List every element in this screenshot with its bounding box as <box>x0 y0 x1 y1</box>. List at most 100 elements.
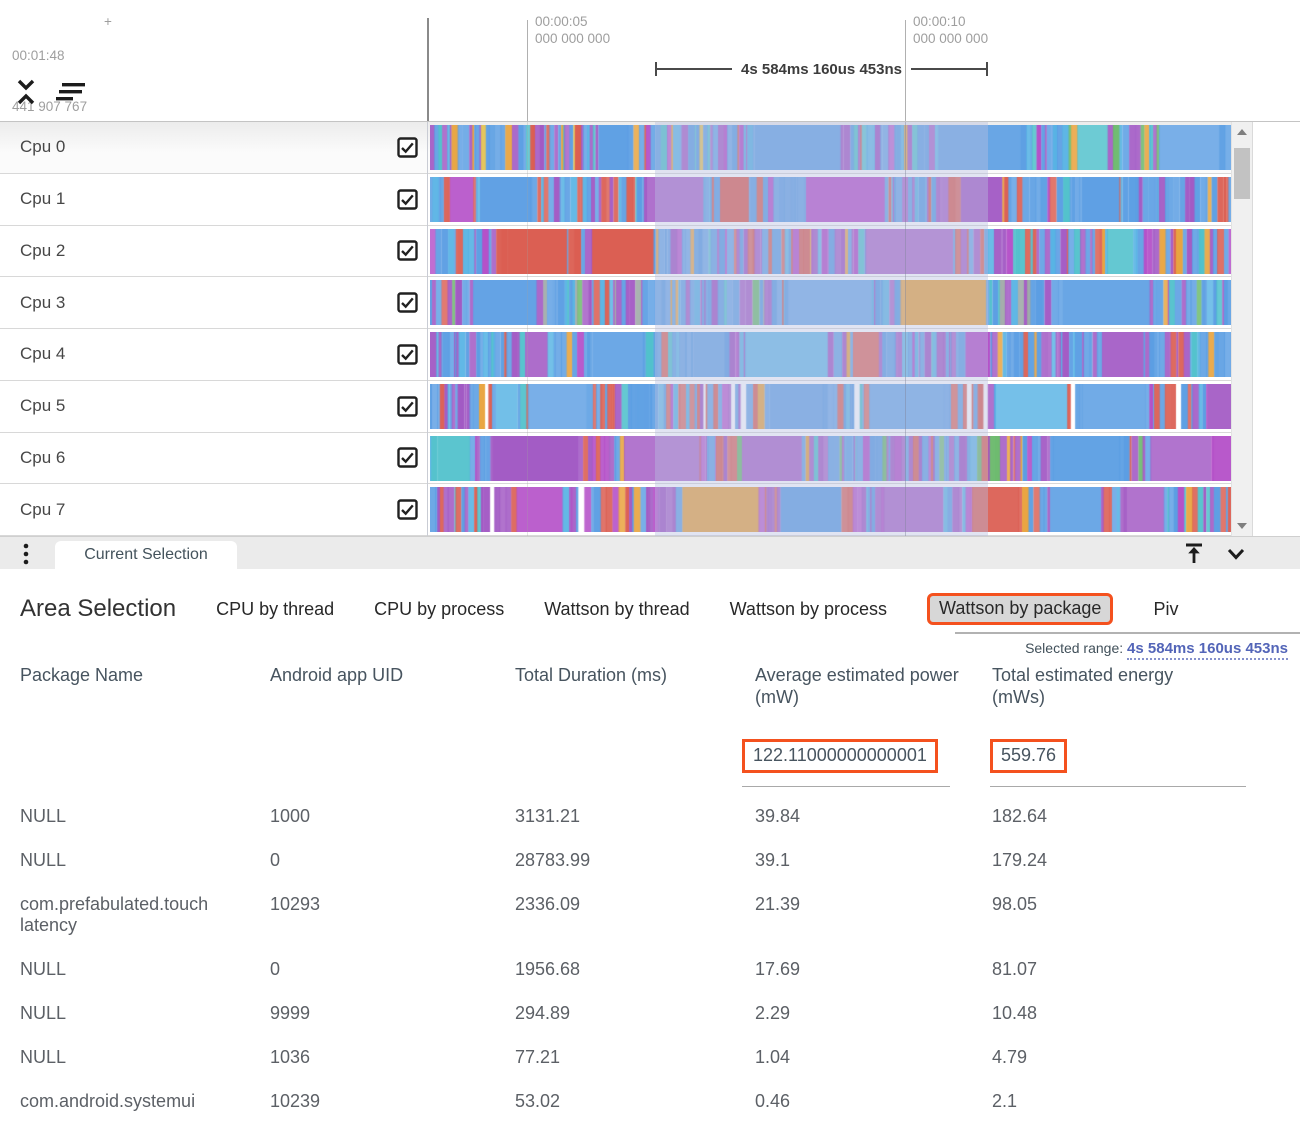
table-cell: 1036 <box>270 1042 515 1086</box>
track-label: Cpu 4 <box>20 344 65 364</box>
details-tab-cpu-by-thread[interactable]: CPU by thread <box>216 599 334 620</box>
track-label-cell: Cpu 1 <box>0 174 427 225</box>
table-cell: 2.29 <box>755 998 992 1042</box>
track-row[interactable]: Cpu 7 <box>0 484 1232 536</box>
track-label: Cpu 5 <box>20 396 65 416</box>
table-cell: 39.84 <box>755 801 992 845</box>
gridline-5s <box>527 122 528 536</box>
column-header[interactable]: Total estimated energy (mWs) <box>992 664 1202 708</box>
scroll-down-icon[interactable] <box>1237 523 1247 529</box>
table-cell: 10293 <box>270 889 515 954</box>
table-cell: 2336.09 <box>515 889 755 954</box>
track-checkbox[interactable] <box>397 240 418 261</box>
track-label-cell: Cpu 7 <box>0 484 427 535</box>
track-label: Cpu 7 <box>20 500 65 520</box>
track-label: Cpu 0 <box>20 137 65 157</box>
table-cell: 179.24 <box>992 845 1202 889</box>
table-header-row: Package Name Android app UID Total Durat… <box>20 664 1300 708</box>
column-header[interactable]: Total Duration (ms) <box>515 664 755 708</box>
selection-duration-bracket: 4s 584ms 160us 453ns <box>655 61 988 77</box>
table-cell: 1.04 <box>755 1042 992 1086</box>
track-panel-border <box>427 122 428 536</box>
details-tabs: CPU by thread CPU by process Wattson by th… <box>216 593 1178 625</box>
track-checkbox[interactable] <box>397 137 418 158</box>
track-rows: Cpu 0 Cpu 1 Cpu 2Cpu 3 Cpu 4 Cpu 5 Cpu 6 Cpu 7 <box>0 122 1300 536</box>
scrollbar-thumb[interactable] <box>1234 148 1250 199</box>
table-cell: 0 <box>270 845 515 889</box>
table-cell: 28783.99 <box>515 845 755 889</box>
table-cell: 77.21 <box>515 1042 755 1086</box>
track-row[interactable]: Cpu 2 <box>0 226 1232 278</box>
sort-tracks-icon[interactable] <box>54 80 86 104</box>
track-checkbox[interactable] <box>397 189 418 210</box>
summary-underline <box>990 786 1246 787</box>
details-tab-cpu-by-process[interactable]: CPU by process <box>374 599 504 620</box>
table-cell: 81.07 <box>992 954 1202 998</box>
package-name-cell: NULL <box>20 954 270 998</box>
tab-current-selection[interactable]: Current Selection <box>55 541 237 569</box>
summary-total-energy: 559.76 <box>990 739 1067 773</box>
table-cell: 1956.68 <box>515 954 755 998</box>
table-body: NULL10003131.2139.84182.64NULL028783.993… <box>20 801 1300 1130</box>
track-label: Cpu 6 <box>20 448 65 468</box>
track-label-cell: Cpu 5 <box>0 381 427 432</box>
table-cell: 0.46 <box>755 1086 992 1130</box>
tab-strip-scrollbar[interactable] <box>955 632 1300 634</box>
track-row[interactable]: Cpu 5 <box>0 381 1232 433</box>
package-name-cell: NULL <box>20 1042 270 1086</box>
scroll-up-icon[interactable] <box>1237 129 1247 135</box>
selected-range: Selected range: 4s 584ms 160us 453ns <box>1025 640 1288 657</box>
details-tab-piv[interactable]: Piv <box>1153 599 1178 620</box>
track-checkbox[interactable] <box>397 344 418 365</box>
area-selection-overlay[interactable] <box>655 122 988 536</box>
details-tab-wattson-by-process[interactable]: Wattson by process <box>730 599 887 620</box>
track-checkbox[interactable] <box>397 447 418 468</box>
table-cell: 53.02 <box>515 1086 755 1130</box>
expand-panel-top-icon[interactable] <box>1182 541 1206 565</box>
table-cell: 182.64 <box>992 801 1202 845</box>
package-name-cell: NULL <box>20 845 270 889</box>
track-checkbox[interactable] <box>397 292 418 313</box>
collapse-panel-icon[interactable] <box>1224 541 1248 565</box>
summary-underline <box>742 786 950 787</box>
timeline-ruler: 00:01:48+ 441 907 767 00:00:05000 000 00… <box>0 0 1300 121</box>
table-cell: 39.1 <box>755 845 992 889</box>
table-cell: 10239 <box>270 1086 515 1130</box>
collapse-all-tracks-icon[interactable] <box>14 78 38 106</box>
table-cell: 1000 <box>270 801 515 845</box>
track-checkbox[interactable] <box>397 396 418 417</box>
track-row[interactable]: Cpu 0 <box>0 122 1232 174</box>
track-label-cell: Cpu 3 <box>0 277 427 328</box>
column-header[interactable]: Average estimated power (mW) <box>755 664 992 708</box>
track-checkbox[interactable] <box>397 499 418 520</box>
track-label-cell: Cpu 0 <box>0 122 427 173</box>
track-row[interactable]: Cpu 6 <box>0 433 1232 485</box>
table-cell: 0 <box>270 954 515 998</box>
track-row[interactable]: Cpu 3 <box>0 277 1232 329</box>
summary-average-power: 122.11000000000001 <box>742 739 938 773</box>
table-cell: 21.39 <box>755 889 992 954</box>
selected-range-link[interactable]: 4s 584ms 160us 453ns <box>1127 640 1288 660</box>
details-tab-wattson-by-thread[interactable]: Wattson by thread <box>544 599 689 620</box>
package-name-cell: NULL <box>20 801 270 845</box>
details-tab-wattson-by-package[interactable]: Wattson by package <box>927 593 1113 625</box>
track-row[interactable]: Cpu 4 <box>0 329 1232 381</box>
table-cell: 17.69 <box>755 954 992 998</box>
column-header[interactable]: Package Name <box>20 664 270 708</box>
details-tab-strip: Current Selection <box>0 536 1300 569</box>
track-label: Cpu 1 <box>20 189 65 209</box>
tracks-scrollbar[interactable] <box>1231 122 1253 536</box>
table-cell: 4.79 <box>992 1042 1202 1086</box>
plus-sign: + <box>104 13 112 30</box>
panel-divider-line <box>427 18 429 121</box>
page-title: Area Selection <box>20 595 176 623</box>
track-row[interactable]: Cpu 1 <box>0 174 1232 226</box>
column-header[interactable]: Android app UID <box>270 664 515 708</box>
drag-handle-icon[interactable] <box>22 543 30 565</box>
package-name-cell: com.prefabulated.touchlatency <box>20 889 270 954</box>
track-label-cell: Cpu 4 <box>0 329 427 380</box>
tick-line-5s <box>527 20 528 121</box>
table-cell: 98.05 <box>992 889 1202 954</box>
table-cell: 10.48 <box>992 998 1202 1042</box>
selection-duration-label: 4s 584ms 160us 453ns <box>732 61 911 78</box>
